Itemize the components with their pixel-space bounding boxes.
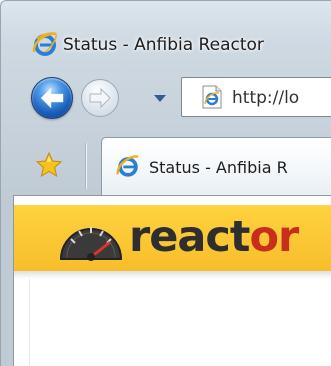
chevron-down-icon[interactable] xyxy=(151,92,169,106)
content-body xyxy=(29,279,331,366)
ie-page-icon xyxy=(202,85,222,109)
ie-logo-icon xyxy=(116,155,139,177)
reactor-logo: reactor xyxy=(129,211,299,263)
back-arrow-icon xyxy=(40,87,64,109)
window-title: Status - Anfibia Reactor xyxy=(63,35,264,55)
tab-divider xyxy=(85,143,86,189)
back-button[interactable] xyxy=(31,77,73,119)
favorites-star-icon[interactable] xyxy=(35,151,63,179)
forward-button[interactable] xyxy=(81,79,119,117)
speedometer-icon xyxy=(59,227,123,261)
address-url[interactable]: http://lo xyxy=(232,88,299,108)
logo-text-accent: or xyxy=(249,212,299,262)
forward-arrow-icon xyxy=(89,87,111,109)
browser-window: Status - Anfibia Reactor http://lo Statu… xyxy=(0,0,331,366)
tab-label[interactable]: Status - Anfibia R xyxy=(149,158,288,177)
logo-text-primary: react xyxy=(129,212,250,262)
ie-logo-icon xyxy=(32,32,57,56)
banner-shadow xyxy=(14,271,331,279)
